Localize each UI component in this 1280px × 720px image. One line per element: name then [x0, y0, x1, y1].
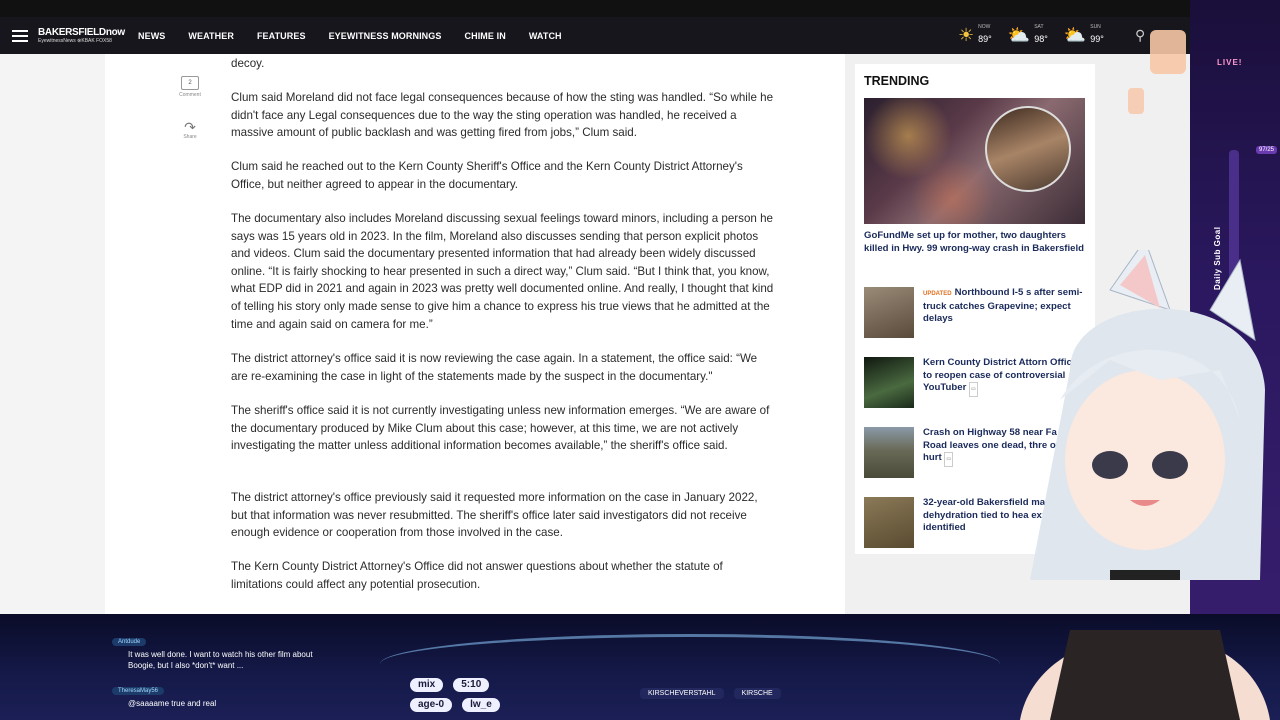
partly-cloudy-icon: ⛅	[1063, 25, 1087, 45]
sun-icon: ☀	[958, 25, 975, 45]
nav-features[interactable]: FEATURES	[257, 31, 306, 41]
article-paragraph: Clum said he reached out to the Kern Cou…	[231, 160, 743, 191]
menu-icon[interactable]	[12, 29, 28, 42]
share-icon: ↷	[184, 119, 196, 135]
sub-goal-count: 97/25	[1256, 146, 1278, 154]
nav-chime-in[interactable]: CHIME IN	[465, 31, 506, 41]
chat-text: @saaaame true and real	[128, 699, 217, 708]
site-navbar: BAKERSFIELDnow EyewitnessNews ⊗KBAK FOX5…	[0, 17, 1280, 54]
chat-text: It was well done. I want to watch his ot…	[128, 650, 313, 670]
video-icon: ▭	[944, 452, 954, 467]
article-paragraph: The documentary also includes Moreland d…	[231, 212, 774, 331]
live-label: LIVE!	[1217, 58, 1243, 67]
article-paragraph: The Kern County District Attorney's Offi…	[231, 560, 723, 591]
nav-eyewitness-mornings[interactable]: EYEWITNESS MORNINGS	[329, 31, 442, 41]
lantern-decoration	[1128, 88, 1144, 114]
chat-username: TheresaMay56	[112, 687, 165, 695]
article-paragraph: decoy.	[231, 57, 265, 70]
handle-label: KIRSCHE	[733, 688, 781, 699]
chat-username: Antdude	[112, 638, 147, 646]
stream-info-pills: mix 5:10	[410, 678, 499, 692]
weather-strip[interactable]: ☀ NOW 89° ⛅ SAT 98° ⛅ SUN 99°	[958, 17, 1120, 54]
top-strip	[0, 0, 1280, 17]
article-paragraph: The district attorney's office previousl…	[231, 491, 758, 540]
article-body: 2 Comment ↷ Share decoy. Clum said Morel…	[105, 54, 845, 614]
trending-thumb	[864, 357, 914, 408]
chat-message: TheresaMay56 @saaaame true and real	[92, 679, 328, 710]
info-pill: 5:10	[453, 678, 490, 692]
vtuber-avatar	[1020, 250, 1270, 720]
stream-info-pills: age-0 lw_e	[410, 698, 510, 712]
social-handles: KIRSCHEVERSTAHL KIRSCHE	[640, 688, 791, 699]
left-gutter	[0, 54, 105, 614]
info-pill: mix	[410, 678, 444, 692]
weather-sun[interactable]: ⛅ SUN 99°	[1064, 25, 1104, 46]
comment-button[interactable]: 2 Comment	[175, 76, 205, 98]
search-icon[interactable]: ⚲	[1135, 27, 1145, 44]
site-logo[interactable]: BAKERSFIELDnow EyewitnessNews ⊗KBAK FOX5…	[38, 27, 125, 44]
trending-title: TRENDING	[864, 74, 930, 88]
nav-watch[interactable]: WATCH	[529, 31, 562, 41]
nav-weather[interactable]: WEATHER	[188, 31, 234, 41]
weather-sat[interactable]: ⛅ SAT 98°	[1008, 25, 1048, 46]
trending-thumb	[864, 497, 914, 548]
trending-thumb	[864, 427, 914, 478]
hero-inset-photo	[985, 106, 1071, 192]
weather-now[interactable]: ☀ NOW 89°	[958, 25, 992, 46]
chat-overlay: Antdude It was well done. I want to watc…	[0, 620, 395, 720]
nav-links: NEWS WEATHER FEATURES EYEWITNESS MORNING…	[138, 31, 585, 41]
info-pill: age-0	[410, 698, 453, 712]
lantern-decoration	[1150, 30, 1186, 74]
updated-badge: UPDATED	[923, 291, 952, 297]
nav-news[interactable]: NEWS	[138, 31, 165, 41]
info-pill: lw_e	[462, 698, 500, 712]
article-paragraph: Clum said Moreland did not face legal co…	[231, 91, 774, 140]
trending-thumb	[864, 287, 914, 338]
article-paragraph: The district attorney's office said it i…	[231, 352, 758, 383]
comment-icon: 2	[181, 76, 199, 90]
handle-label: KIRSCHEVERSTAHL	[640, 688, 724, 699]
chat-message: Antdude It was well done. I want to watc…	[92, 630, 328, 671]
partly-cloudy-icon: ⛅	[1007, 25, 1031, 45]
article-paragraph: The sheriff's office said it is not curr…	[231, 404, 770, 453]
trending-hero-image[interactable]	[864, 98, 1085, 224]
share-button[interactable]: ↷ Share	[175, 120, 205, 140]
